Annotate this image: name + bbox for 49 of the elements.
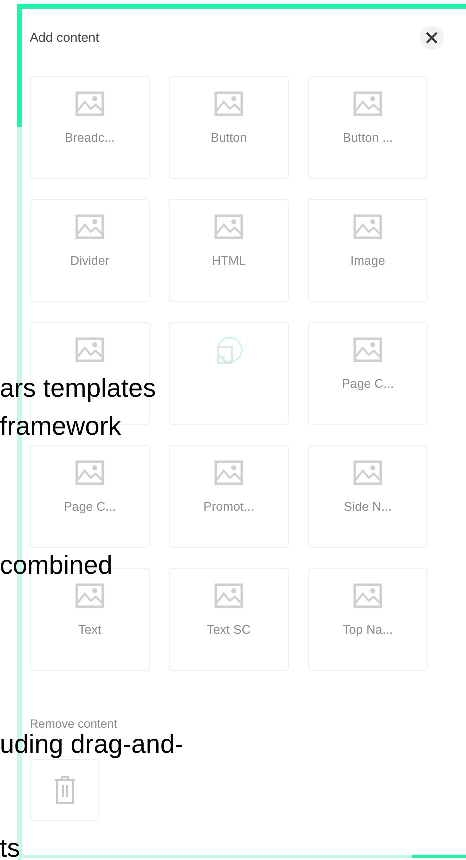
image-icon [353,337,383,363]
image-icon [75,214,105,240]
image-icon [353,460,383,486]
slide-text: uding drag-and- [0,730,184,759]
image-icon [353,91,383,117]
tile-label: Promot... [204,499,254,516]
image-icon [353,214,383,240]
tile-label: Button [210,130,248,147]
content-tile[interactable] [169,322,289,425]
tile-label: Text [78,622,102,639]
image-icon [214,91,244,117]
tile-label: Breadc... [64,130,116,147]
tile-label: Text SC [207,622,251,639]
content-tile[interactable]: Side N... [308,445,428,548]
image-icon [75,460,105,486]
close-icon [426,32,438,44]
image-icon [214,460,244,486]
tile-label: Page C... [64,499,116,516]
content-tile[interactable]: Promot... [169,445,289,548]
content-tile[interactable]: Page C... [30,445,150,548]
content-tile[interactable]: Breadc... [30,76,150,179]
content-tile[interactable]: Button ... [308,76,428,179]
slide-text: ars templates [0,374,156,403]
tile-label: Top Na... [342,622,394,639]
image-icon [214,214,244,240]
content-tile[interactable]: Top Na... [308,568,428,671]
content-tile[interactable]: HTML [169,199,289,302]
image-icon [75,337,105,363]
image-icon [75,583,105,609]
tile-label: Button ... [342,130,394,147]
section-label: Remove content [30,716,118,733]
slide-text: ts [0,834,20,860]
tile-label: HTML [212,253,246,270]
close-button[interactable] [420,26,444,50]
panel-title: Add content [30,29,100,48]
trash-icon [54,775,76,805]
content-tile[interactable]: Text SC [169,568,289,671]
image-icon [214,583,244,609]
tile-label: Side N... [344,499,392,516]
slide-text: framework [0,412,122,441]
content-tile[interactable]: Image [308,199,428,302]
tile-label: Page C... [342,376,394,393]
tile-label: Image [350,253,386,270]
image-icon [353,583,383,609]
content-tile[interactable]: Button [169,76,289,179]
image-icon [75,91,105,117]
content-tile[interactable]: Divider [30,199,150,302]
tile-label: Divider [70,253,110,270]
content-tile[interactable]: Page C... [308,322,428,425]
